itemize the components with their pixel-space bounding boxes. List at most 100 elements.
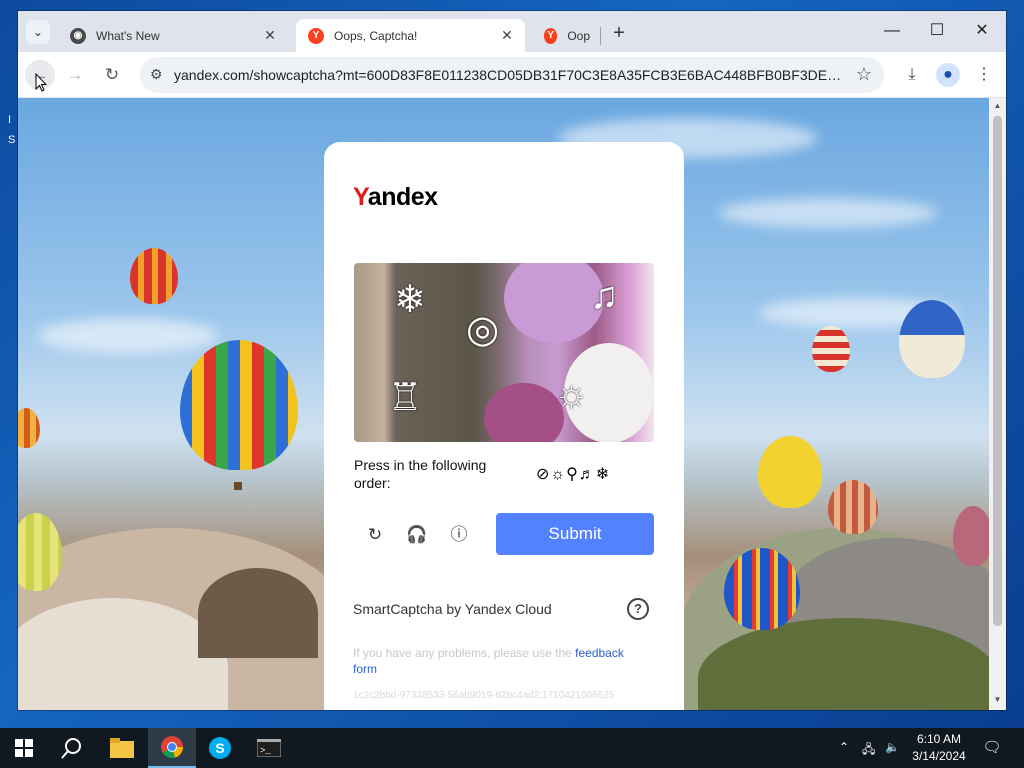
yandex-icon: Y — [544, 27, 558, 44]
bookmark-star-icon[interactable]: ☆ — [856, 64, 872, 85]
start-button[interactable] — [0, 728, 48, 768]
person-icon: ● — [943, 66, 953, 83]
hot-air-balloon — [828, 480, 878, 534]
browser-toolbar: ← → ↻ ⚙ yandex.com/showcaptcha?mt=600D83… — [18, 52, 1006, 98]
reload-icon: ↻ — [104, 65, 120, 84]
hot-air-balloon — [18, 408, 40, 448]
yandex-logo: Yandex — [353, 183, 438, 211]
windows-icon — [15, 739, 33, 757]
vertical-scrollbar[interactable]: ▲ ▼ — [989, 98, 1006, 710]
powered-by-text: SmartCaptcha by Yandex Cloud — [353, 601, 552, 617]
svg-text:>_: >_ — [260, 746, 271, 756]
snowflake-icon[interactable]: ❄ — [394, 277, 426, 322]
forward-button[interactable]: → — [60, 60, 90, 90]
order-icons: ⊘☼⚲♬❄ — [536, 466, 611, 483]
info-icon: ⓘ — [450, 525, 468, 544]
tab-title: Oop — [567, 28, 590, 43]
terminal-button[interactable]: >_ — [245, 728, 293, 768]
hot-air-balloon — [899, 300, 965, 378]
submit-button[interactable]: Submit — [496, 513, 654, 555]
feedback-text: If you have any problems, please use the… — [353, 646, 624, 676]
disc-icon[interactable]: ◎ — [466, 307, 499, 352]
tab-title: Oops, Captcha! — [334, 28, 418, 43]
tab-strip: ⌄ ◉ What's New ✕ Y Oops, Captcha! ✕ Y Oo… — [18, 11, 1006, 52]
page-background: Yandex ❄ ◎ ♫ ♖ ☼ Press in the following … — [18, 98, 989, 710]
profile-button[interactable]: ● — [936, 63, 960, 87]
clock[interactable]: 6:10 AM 3/14/2024 — [905, 731, 973, 765]
yandex-icon: Y — [308, 27, 324, 44]
headphones-icon: 🎧 — [406, 525, 428, 544]
volume-muted-icon[interactable]: 🔈 — [885, 740, 900, 754]
hot-air-balloon — [130, 248, 178, 304]
close-tab-icon[interactable]: ✕ — [499, 27, 515, 43]
scroll-down-icon[interactable]: ▼ — [992, 695, 1003, 707]
file-explorer-button[interactable] — [98, 728, 146, 768]
chevron-down-icon: ⌄ — [32, 25, 44, 39]
info-button[interactable]: ⓘ — [448, 524, 470, 546]
request-id: 1c2c2bbd-97338533-56ab9019-82bc4ad2:1710… — [353, 690, 615, 701]
skype-icon: S — [209, 737, 231, 759]
clock-time: 6:10 AM — [916, 732, 962, 746]
download-icon: ⤓ — [908, 66, 916, 83]
maximize-button[interactable]: ☐ — [917, 17, 957, 45]
notification-button[interactable]: 🗨 — [980, 736, 1004, 760]
captcha-image[interactable]: ❄ ◎ ♫ ♖ ☼ — [354, 263, 654, 442]
url-text[interactable]: yandex.com/showcaptcha?mt=600D83F8E01123… — [174, 67, 846, 83]
chrome-taskbar-button[interactable] — [148, 728, 196, 768]
chrome-icon — [161, 736, 184, 759]
folder-icon — [110, 738, 134, 758]
reload-button[interactable]: ↻ — [97, 60, 127, 90]
rock-formation — [198, 568, 318, 658]
sun-icon[interactable]: ☼ — [554, 373, 589, 416]
tab-search-button[interactable]: ⌄ — [26, 20, 50, 44]
tab-oops-captcha[interactable]: Y Oops, Captcha! ✕ — [296, 19, 525, 52]
tab-whats-new[interactable]: ◉ What's New ✕ — [58, 19, 288, 52]
tab-separator — [600, 27, 601, 45]
flower-cluster — [484, 383, 564, 442]
search-button[interactable] — [48, 728, 96, 768]
hot-air-balloon — [758, 436, 822, 508]
maximize-icon: ☐ — [929, 22, 945, 39]
question-icon[interactable]: ? — [627, 598, 649, 620]
refresh-icon: ↻ — [367, 525, 383, 544]
site-settings-icon[interactable]: ⚙ — [150, 66, 163, 83]
menu-button[interactable]: ⋮ — [972, 63, 996, 87]
cloud — [38, 318, 218, 353]
tab-oops-2[interactable]: Y Oop — [532, 19, 602, 52]
scrollbar-thumb[interactable] — [993, 116, 1002, 626]
more-vertical-icon: ⋮ — [976, 66, 992, 83]
hot-air-balloon — [180, 340, 298, 470]
arrow-right-icon: → — [66, 65, 84, 84]
captcha-prompt: Press in the following order: — [354, 457, 487, 491]
bell-icon[interactable]: ♖ — [388, 375, 422, 420]
close-tab-icon[interactable]: ✕ — [262, 27, 278, 43]
music-notes-icon[interactable]: ♫ — [590, 275, 619, 318]
network-icon[interactable]: 🖧 — [862, 740, 875, 761]
mouse-cursor-icon — [35, 73, 47, 92]
minimize-button[interactable]: — — [872, 17, 912, 45]
download-button[interactable]: ⤓ — [900, 63, 924, 87]
cloud — [718, 198, 938, 228]
balloon-basket — [234, 482, 242, 490]
clock-date: 3/14/2024 — [912, 749, 966, 763]
hot-air-balloon — [812, 326, 850, 372]
hot-air-balloon — [18, 513, 62, 591]
close-icon: ✕ — [975, 22, 989, 39]
browser-window: ⌄ ◉ What's New ✕ Y Oops, Captcha! ✕ Y Oo… — [18, 11, 1006, 710]
svg-text:S: S — [215, 740, 224, 756]
address-bar[interactable]: ⚙ yandex.com/showcaptcha?mt=600D83F8E011… — [140, 57, 884, 93]
close-window-button[interactable]: ✕ — [962, 17, 1002, 45]
refresh-button[interactable]: ↻ — [364, 524, 386, 546]
chrome-icon: ◉ — [70, 27, 86, 44]
new-tab-button[interactable]: + — [607, 22, 631, 46]
terminal-icon: >_ — [257, 739, 281, 757]
scroll-up-icon[interactable]: ▲ — [992, 101, 1003, 113]
taskbar: S >_ ⌃ 🖧 🔈 6:10 AM 3/14/2024 🗨 — [0, 728, 1024, 768]
audio-button[interactable]: 🎧 — [406, 524, 428, 546]
plus-icon: + — [613, 22, 625, 44]
notification-icon: 🗨 — [982, 739, 1002, 756]
skype-button[interactable]: S — [196, 728, 244, 768]
search-icon — [61, 738, 81, 759]
flower-cluster — [504, 263, 604, 343]
chevron-up-icon[interactable]: ⌃ — [839, 740, 849, 754]
